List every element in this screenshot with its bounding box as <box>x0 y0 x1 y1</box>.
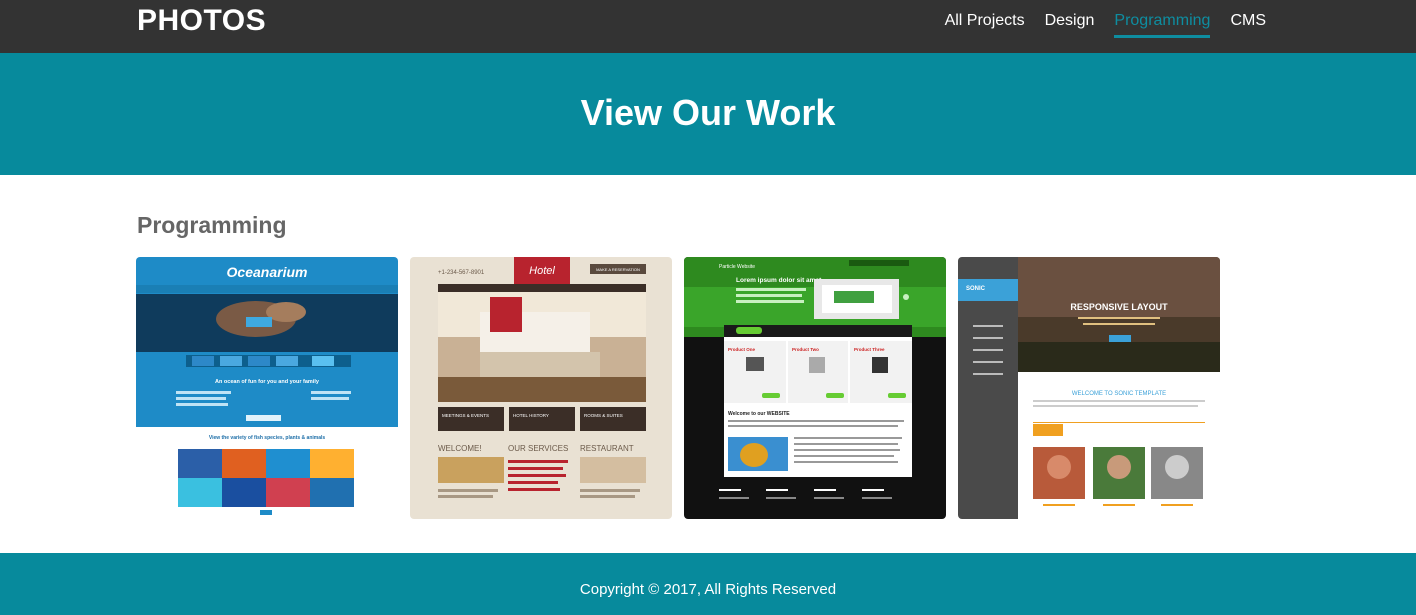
oceanarium-tagline: An ocean of fun for you and your family <box>215 379 320 385</box>
nav-item-programming[interactable]: Programming <box>1114 12 1211 38</box>
project-thumbnail-hotel[interactable]: +1-234-567-8901 Hotel MAKE A RESERVATION… <box>410 257 672 519</box>
project-thumbnail-sonic[interactable]: SONIC RESPONSIVE LAYOUT WELCOME TO SONIC… <box>958 257 1220 519</box>
sonic-welcome: WELCOME TO SONIC TEMPLATE <box>1072 391 1166 397</box>
hotel-col-2: OUR SERVICES <box>508 444 568 453</box>
particle-product-2: Product Two <box>792 347 819 352</box>
sonic-title: SONIC <box>966 286 986 292</box>
particle-title: Particle Website <box>719 264 755 270</box>
oceanarium-caption: View the variety of fish species, plants… <box>209 435 326 441</box>
particle-headline: Lorem ipsum dolor sit amet <box>736 277 822 284</box>
hotel-phone: +1-234-567-8901 <box>438 270 485 276</box>
hotel-cta: MAKE A RESERVATION <box>596 267 640 272</box>
nav-menu: All Projects Design Programming CMS <box>945 12 1266 38</box>
hotel-section-1: MEETINGS & EVENTS <box>442 413 489 418</box>
footer: Copyright © 2017, All Rights Reserved <box>0 553 1416 615</box>
top-navbar: PHOTOS All Projects Design Programming C… <box>0 0 1416 53</box>
project-thumbnail-particle[interactable]: Particle Website Lorem ipsum dolor sit a… <box>684 257 946 519</box>
oceanarium-title: Oceanarium <box>227 264 308 280</box>
sonic-hero-text: RESPONSIVE LAYOUT <box>1070 302 1168 312</box>
hotel-title: Hotel <box>529 265 555 277</box>
particle-welcome: Welcome to our WEBSITE <box>728 411 790 417</box>
particle-product-1: Product One <box>728 347 755 352</box>
brand-logo[interactable]: PHOTOS <box>137 4 266 38</box>
hotel-col-3: RESTAURANT <box>580 444 634 453</box>
hero-title: View Our Work <box>580 92 836 133</box>
nav-item-design[interactable]: Design <box>1045 12 1095 38</box>
project-thumbnail-oceanarium[interactable]: Oceanarium An ocean of fun for you and y… <box>136 257 398 519</box>
footer-copyright: Copyright © 2017, All Rights Reserved <box>579 581 837 598</box>
nav-item-cms[interactable]: CMS <box>1230 12 1266 38</box>
hotel-section-2: HOTEL HISTORY <box>513 413 549 418</box>
hotel-col-1: WELCOME! <box>438 444 482 453</box>
hotel-section-3: ROOMS & SUITES <box>584 413 623 418</box>
nav-item-all-projects[interactable]: All Projects <box>945 12 1025 38</box>
hero-banner: View Our Work <box>0 53 1416 175</box>
particle-product-3: Product Three <box>854 347 885 352</box>
section-title: Programming <box>137 212 287 238</box>
